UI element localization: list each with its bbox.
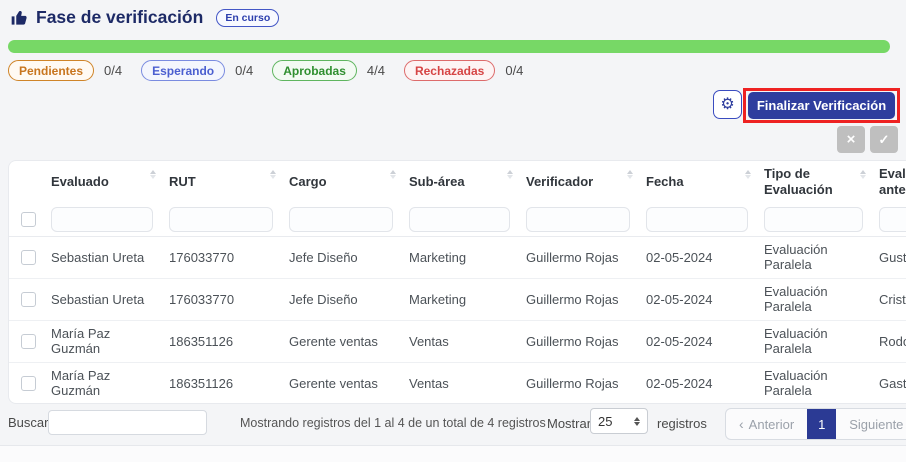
finalize-verification-button[interactable]: Finalizar Verificación <box>748 92 895 119</box>
settings-button[interactable]: ⚙ <box>713 90 742 119</box>
sort-icon[interactable] <box>507 170 513 179</box>
count-aprobadas: 4/4 <box>367 63 385 78</box>
prev-page-button[interactable]: ‹ Anterior <box>726 409 807 439</box>
badge-esperando: Esperando <box>141 60 225 81</box>
close-icon: × <box>847 131 856 148</box>
count-pendientes: 0/4 <box>104 63 122 78</box>
page-title: Fase de verificación <box>36 7 203 28</box>
filter-input-cargo[interactable] <box>289 207 393 232</box>
search-label: Buscar: <box>8 415 52 430</box>
filter-input-evaluador-anterior[interactable] <box>879 207 906 232</box>
table-row: Sebastian Ureta 176033770 Jefe Diseño Ma… <box>9 236 906 278</box>
column-header-tipo-evaluacion: Tipo de Evaluación <box>756 161 871 203</box>
pagination: ‹ Anterior 1 Siguiente › <box>725 408 906 440</box>
bottom-divider <box>0 445 906 462</box>
thumbs-up-icon <box>10 8 30 28</box>
approve-button[interactable]: ✓ <box>870 126 898 153</box>
sort-icon[interactable] <box>150 170 156 179</box>
select-arrows-icon <box>634 417 640 426</box>
column-header-evaluado: Evaluado <box>43 161 161 203</box>
page-1-button[interactable]: 1 <box>807 409 836 439</box>
sort-icon[interactable] <box>745 170 751 179</box>
table-header-row: Evaluado RUT Cargo Sub-área Verificador … <box>9 161 906 203</box>
table-row: María Paz Guzmán 186351126 Gerente venta… <box>9 320 906 362</box>
count-esperando: 0/4 <box>235 63 253 78</box>
progress-bar <box>8 40 890 53</box>
column-header-verificador: Verificador <box>518 161 638 203</box>
reject-button[interactable]: × <box>837 126 865 153</box>
status-badge: En curso <box>216 9 279 27</box>
filter-input-fecha[interactable] <box>646 207 748 232</box>
column-header-rut: RUT <box>161 161 281 203</box>
select-all-checkbox[interactable] <box>21 212 36 227</box>
badge-aprobadas: Aprobadas <box>272 60 357 81</box>
filter-input-evaluado[interactable] <box>51 207 153 232</box>
check-icon: ✓ <box>879 132 890 147</box>
search-input[interactable] <box>48 410 207 435</box>
row-checkbox[interactable] <box>21 292 36 307</box>
row-checkbox[interactable] <box>21 376 36 391</box>
show-label: Mostrar <box>547 416 591 431</box>
row-checkbox[interactable] <box>21 250 36 265</box>
filter-row <box>9 203 906 236</box>
records-info: Mostrando registros del 1 al 4 de un tot… <box>240 416 546 430</box>
filter-input-tipo-evaluacion[interactable] <box>764 207 863 232</box>
evaluations-table-card: Evaluado RUT Cargo Sub-área Verificador … <box>8 160 906 404</box>
sort-icon[interactable] <box>860 170 866 179</box>
column-header-evaluador-anterior: Evaluador anterior <box>871 161 906 203</box>
filter-input-verificador[interactable] <box>526 207 630 232</box>
chevron-left-icon: ‹ <box>739 416 744 432</box>
column-header-cargo: Cargo <box>281 161 401 203</box>
table-row: María Paz Guzmán 186351126 Gerente venta… <box>9 362 906 404</box>
next-page-button[interactable]: Siguiente › <box>836 409 906 439</box>
evaluations-table: Evaluado RUT Cargo Sub-área Verificador … <box>9 161 906 404</box>
column-header-fecha: Fecha <box>638 161 756 203</box>
header-checkbox-spacer <box>9 161 43 203</box>
badge-rechazadas: Rechazadas <box>404 60 495 81</box>
sort-icon[interactable] <box>627 170 633 179</box>
filter-input-rut[interactable] <box>169 207 273 232</box>
count-rechazadas: 0/4 <box>505 63 523 78</box>
sort-icon[interactable] <box>270 170 276 179</box>
row-checkbox[interactable] <box>21 334 36 349</box>
page-size-value: 25 <box>598 414 612 429</box>
counters-row: Pendientes 0/4 Esperando 0/4 Aprobadas 4… <box>8 60 533 81</box>
registros-label: registros <box>657 416 707 431</box>
page-size-select[interactable]: 25 <box>590 408 648 434</box>
filter-input-subarea[interactable] <box>409 207 510 232</box>
gear-icon: ⚙ <box>720 96 734 113</box>
column-header-subarea: Sub-área <box>401 161 518 203</box>
page-header: Fase de verificación En curso <box>10 7 279 28</box>
table-row: Sebastian Ureta 176033770 Jefe Diseño Ma… <box>9 278 906 320</box>
sort-icon[interactable] <box>390 170 396 179</box>
badge-pendientes: Pendientes <box>8 60 94 81</box>
